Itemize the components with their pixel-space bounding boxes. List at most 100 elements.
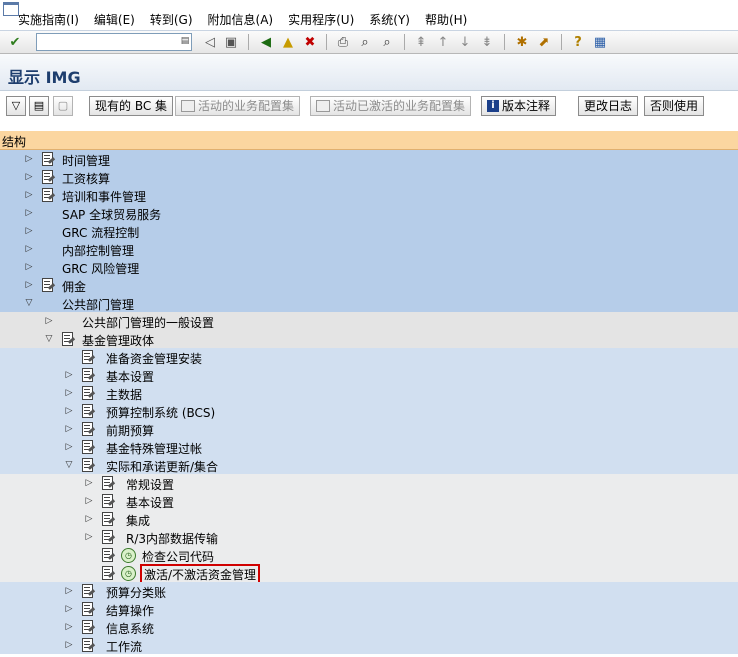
menu-item-extras[interactable]: 附加信息(A) [208, 11, 274, 28]
change-log-button[interactable]: 更改日志 [578, 96, 639, 116]
img-activity-document-icon[interactable] [80, 638, 96, 652]
tree-node-label[interactable]: 信息系统 [106, 620, 154, 637]
tree-node-label[interactable]: 前期预算 [106, 422, 154, 439]
tree-node[interactable]: ▷ 信息系统 [0, 618, 738, 636]
img-activity-document-icon[interactable] [40, 170, 56, 184]
tree-node[interactable]: ▷ 工资核算 [0, 168, 738, 186]
tree-node[interactable]: ◷ 检查公司代码 [0, 546, 738, 564]
last-page-icon[interactable]: ⇟ [478, 33, 496, 51]
tree-node-label[interactable]: GRC 流程控制 [62, 224, 139, 241]
tree-node-label[interactable]: 基金管理政体 [82, 332, 154, 349]
collapse-node-icon[interactable]: ▽ [44, 333, 54, 345]
tree-node-label[interactable]: 结算操作 [106, 602, 154, 619]
expand-node-icon[interactable]: ▷ [24, 189, 34, 201]
save-icon[interactable]: ▣ [222, 33, 240, 51]
expand-node-icon[interactable]: ▷ [24, 171, 34, 183]
img-activity-document-icon[interactable] [100, 548, 116, 562]
tree-node[interactable]: ▷ 主数据 [0, 384, 738, 402]
new-session-icon[interactable]: ✱ [513, 33, 531, 51]
tree-node[interactable]: ▷ GRC 流程控制 [0, 222, 738, 240]
command-field[interactable]: ▤ [36, 33, 192, 51]
tree-node[interactable]: ▷ 工作流 [0, 636, 738, 654]
img-activity-document-icon[interactable] [80, 422, 96, 436]
img-activity-document-icon[interactable] [80, 620, 96, 634]
img-activity-document-icon[interactable] [60, 332, 76, 346]
tree-node-label[interactable]: 集成 [126, 512, 150, 529]
next-page-icon[interactable]: ↓ [456, 33, 474, 51]
print-icon[interactable]: ⎙ [334, 33, 352, 51]
tree-node-label[interactable]: 实际和承诺更新/集合 [106, 458, 218, 475]
menu-item-guide[interactable]: 实施指南(I) [18, 11, 79, 28]
expand-node-icon[interactable]: ▷ [64, 621, 74, 633]
execute-activity-clock-icon[interactable]: ◷ [121, 566, 136, 581]
expand-node-icon[interactable]: ▷ [64, 423, 74, 435]
collapse-node-icon[interactable]: ▽ [64, 459, 74, 471]
img-activity-document-icon[interactable] [40, 188, 56, 202]
enter-check-icon[interactable]: ✔ [6, 33, 24, 51]
img-activity-document-icon[interactable] [80, 404, 96, 418]
first-page-icon[interactable]: ⇞ [412, 33, 430, 51]
img-activity-document-icon[interactable] [80, 386, 96, 400]
img-activity-document-icon[interactable] [80, 602, 96, 616]
tree-node[interactable]: ▷ R/3内部数据传输 [0, 528, 738, 546]
tree-node[interactable]: ▷ 结算操作 [0, 600, 738, 618]
tree-node-label[interactable]: 预算控制系统 (BCS) [106, 404, 215, 421]
tree-node[interactable]: ◷ 激活/不激活资金管理 [0, 564, 738, 585]
tree-node-label[interactable]: 公共部门管理 [62, 296, 134, 313]
img-activity-document-icon[interactable] [80, 350, 96, 364]
expand-node-icon[interactable]: ▷ [24, 207, 34, 219]
expand-node-icon[interactable]: ▷ [64, 585, 74, 597]
tree-node-label[interactable]: 基本设置 [126, 494, 174, 511]
menu-item-goto[interactable]: 转到(G) [150, 11, 193, 28]
tree-node-label[interactable]: 培训和事件管理 [62, 188, 146, 205]
customize-layout-icon[interactable]: ▦ [591, 33, 609, 51]
documentation-button[interactable]: ▤ [29, 96, 49, 116]
tree-node[interactable]: ▷ 常规设置 [0, 474, 738, 492]
tree-node[interactable]: ▷ SAP 全球贸易服务 [0, 204, 738, 222]
find-next-icon[interactable]: ⌕ [378, 33, 396, 51]
tree-node[interactable]: ▷ 公共部门管理的一般设置 [0, 312, 738, 330]
img-activity-document-icon[interactable] [80, 584, 96, 598]
menu-item-edit[interactable]: 编辑(E) [94, 11, 135, 28]
tree-node[interactable]: ▷ 集成 [0, 510, 738, 528]
expand-node-icon[interactable]: ▷ [64, 603, 74, 615]
release-notes-button[interactable]: i 版本注释 [481, 96, 557, 116]
expand-node-icon[interactable]: ▷ [64, 387, 74, 399]
tree-node[interactable]: ▷ 预算控制系统 (BCS) [0, 402, 738, 420]
tree-node[interactable]: ▷ 佣金 [0, 276, 738, 294]
system-menu-icon[interactable] [3, 2, 19, 16]
tree-node-label[interactable]: 工资核算 [62, 170, 110, 187]
expand-node-icon[interactable]: ▷ [64, 441, 74, 453]
tree-node-label[interactable]: 基本设置 [106, 368, 154, 385]
expand-node-icon[interactable]: ▷ [64, 405, 74, 417]
expand-node-icon[interactable]: ▷ [24, 225, 34, 237]
tree-node-label[interactable]: 公共部门管理的一般设置 [82, 314, 214, 331]
expand-node-icon[interactable]: ▷ [64, 639, 74, 651]
tree-node-label[interactable]: 时间管理 [62, 152, 110, 169]
tree-node-label[interactable]: 常规设置 [126, 476, 174, 493]
tree-node[interactable]: ▷ 培训和事件管理 [0, 186, 738, 204]
tree-node[interactable]: 准备资金管理安装 [0, 348, 738, 366]
expand-subtree-button[interactable]: ▽ [6, 96, 26, 116]
tree-node[interactable]: ▷ 基本设置 [0, 492, 738, 510]
tree-node[interactable]: ▽ 实际和承诺更新/集合 [0, 456, 738, 474]
help-icon[interactable]: ? [569, 33, 587, 51]
tree-node-label[interactable]: 内部控制管理 [62, 242, 134, 259]
execute-activity-clock-icon[interactable]: ◷ [121, 548, 136, 563]
active-business-config-button[interactable]: 活动的业务配置集 [175, 96, 301, 116]
find-icon[interactable]: ⌕ [356, 33, 374, 51]
expand-node-icon[interactable]: ▷ [44, 315, 54, 327]
tree-node-label[interactable]: 检查公司代码 [142, 548, 214, 565]
command-history-icon[interactable]: ▤ [180, 35, 190, 47]
img-activity-document-icon[interactable] [100, 512, 116, 526]
expand-node-icon[interactable]: ▷ [24, 243, 34, 255]
tree-node-label[interactable]: SAP 全球贸易服务 [62, 206, 161, 223]
bc-sets-button[interactable]: 现有的 BC 集 [89, 96, 174, 116]
tree-node-label[interactable]: 基金特殊管理过帐 [106, 440, 202, 457]
collapse-button[interactable]: ▢ [53, 96, 73, 116]
tree-node-label[interactable]: 主数据 [106, 386, 142, 403]
cancel-red-icon[interactable]: ✖ [301, 33, 319, 51]
img-activity-document-icon[interactable] [80, 368, 96, 382]
img-activity-document-icon[interactable] [80, 440, 96, 454]
tree-node-label[interactable]: 工作流 [106, 638, 142, 655]
